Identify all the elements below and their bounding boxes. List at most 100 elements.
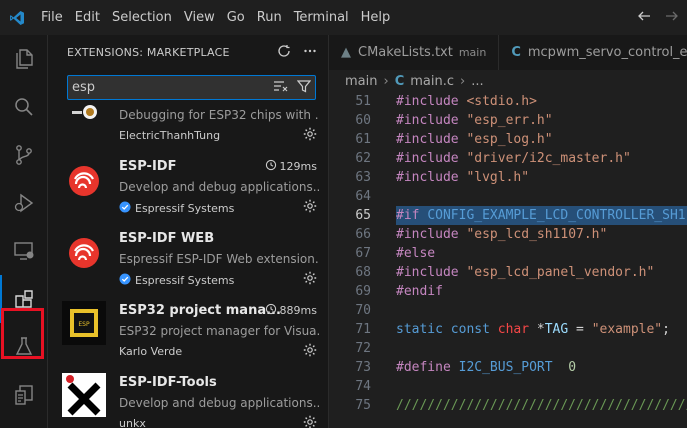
more-actions-icon[interactable]	[303, 44, 317, 61]
extension-description: Debugging for ESP32 chips with ...	[119, 108, 319, 122]
code-text: #include "driver/i2c_master.h"	[396, 151, 631, 166]
code-line: 68 #include "esp_lcd_panel_vendor.h"	[329, 263, 687, 282]
code-line: 62 #include "driver/i2c_master.h"	[329, 149, 687, 168]
extension-item[interactable]: ESP-IDF-Tools Develop and debug applicat…	[48, 363, 328, 428]
tab-folder: main	[458, 46, 487, 59]
extension-publisher: Espressif Systems	[119, 273, 234, 288]
code-line: 63 #include "lvgl.h"	[329, 168, 687, 187]
code-text: #include "esp_lcd_sh1107.h"	[396, 227, 608, 242]
publisher-name: Karlo Verde	[119, 345, 183, 358]
title-bar: File Edit Selection View Go Run Terminal…	[0, 0, 687, 35]
esp32-chip-logo-icon: ESP	[62, 301, 106, 345]
line-number: 69	[355, 284, 371, 299]
line-number: 60	[355, 113, 371, 128]
manage-gear-icon[interactable]	[303, 271, 317, 288]
code-line: 69 #endif	[329, 282, 687, 301]
line-number: 71	[355, 322, 371, 337]
source-control-icon[interactable]	[0, 131, 48, 179]
activation-time-value: 889ms	[279, 304, 317, 317]
extension-item[interactable]: ESP-IDF 129ms Develop and debug applicat…	[48, 147, 328, 219]
run-debug-icon[interactable]	[0, 179, 48, 227]
clear-filter-icon[interactable]	[273, 79, 289, 96]
code-text: #endif	[396, 284, 443, 299]
code-line-current: 65 #if CONFIG_EXAMPLE_LCD_CONTROLLER_SH11	[329, 206, 687, 225]
code-text: #if CONFIG_EXAMPLE_LCD_CONTROLLER_SH11	[396, 206, 687, 225]
line-number: 51	[355, 94, 371, 109]
code-line: 74	[329, 377, 687, 396]
chevron-right-icon: ›	[460, 73, 466, 89]
extension-item[interactable]: ESP-IDF WEB Espressif ESP-IDF Web extens…	[48, 219, 328, 291]
code-editor[interactable]: 51 #include <stdio.h> 60 #include "esp_err…	[329, 92, 687, 428]
line-number: 64	[355, 189, 371, 204]
code-line: 67 #else	[329, 244, 687, 263]
tab-mcpwm-servo[interactable]: C mcpwm_servo_control_exam	[499, 35, 687, 70]
tab-cmakelists[interactable]: ▲ CMakeLists.txt main	[329, 35, 500, 70]
back-arrow-icon[interactable]	[637, 9, 651, 26]
filter-icon[interactable]	[296, 79, 312, 96]
menu-go[interactable]: Go	[221, 0, 251, 35]
menu-selection[interactable]: Selection	[106, 0, 178, 35]
extension-description: Espressif ESP-IDF Web extension...	[119, 252, 319, 266]
forward-arrow-icon[interactable]	[665, 9, 679, 26]
explorer-icon[interactable]	[0, 35, 48, 83]
manage-gear-icon[interactable]	[303, 415, 317, 428]
manage-gear-icon[interactable]	[303, 127, 317, 144]
extension-publisher: Espressif Systems	[119, 201, 234, 216]
extension-item[interactable]: ESP ESP32 project mana... 889ms ESP32 pr…	[48, 291, 328, 363]
refresh-icon[interactable]	[277, 44, 291, 61]
extensions-search-box	[67, 75, 316, 100]
cmake-file-icon: ▲	[341, 45, 351, 60]
menu-terminal[interactable]: Terminal	[288, 0, 355, 35]
code-line: 73 #define I2C_BUS_PORT 0	[329, 358, 687, 377]
code-line: 66 #include "esp_lcd_sh1107.h"	[329, 225, 687, 244]
line-number: 68	[355, 265, 371, 280]
menu-run[interactable]: Run	[251, 0, 288, 35]
c-file-icon: C	[394, 73, 405, 89]
line-number: 61	[355, 132, 371, 147]
code-line: 71 static const char *TAG = "example";	[329, 320, 687, 339]
extensions-search-input[interactable]	[68, 76, 268, 99]
activation-time: 129ms	[265, 159, 317, 174]
breadcrumb: main › C main.c › ...	[329, 70, 687, 92]
extension-publisher: Karlo Verde	[119, 345, 182, 358]
menu-help[interactable]: Help	[355, 0, 397, 35]
extension-description: ESP32 project manager for Visua...	[119, 324, 319, 338]
code-line: 51 #include <stdio.h>	[329, 92, 687, 111]
breadcrumb-folder[interactable]: main	[345, 74, 377, 89]
extensions-list: Debugging for ESP32 chips with ... Elect…	[48, 105, 328, 428]
breadcrumb-symbol[interactable]: ...	[471, 74, 483, 89]
extension-name: ESP-IDF-Tools	[119, 375, 217, 390]
editor-area: ▲ CMakeLists.txt main C mcpwm_servo_cont…	[329, 35, 687, 428]
extension-name: ESP-IDF WEB	[119, 231, 215, 246]
extension-description: Develop and debug applications...	[119, 396, 319, 410]
extension-description: Develop and debug applications...	[119, 180, 319, 194]
code-text: #include "esp_err.h"	[396, 113, 553, 128]
line-number: 75	[355, 398, 371, 413]
search-icon[interactable]	[0, 83, 48, 131]
line-number: 73	[355, 360, 371, 375]
chevron-right-icon: ›	[383, 73, 389, 89]
sidebar-title: EXTENSIONS: MARKETPLACE	[67, 46, 230, 59]
line-number: 72	[355, 341, 371, 356]
publisher-name: Espressif Systems	[135, 274, 235, 287]
menu-edit[interactable]: Edit	[69, 0, 106, 35]
vscode-logo-icon	[0, 0, 34, 35]
code-text: #else	[396, 246, 436, 261]
verified-publisher-icon	[119, 201, 131, 216]
manage-gear-icon[interactable]	[303, 199, 317, 216]
code-text: #include "esp_lcd_panel_vendor.h"	[396, 265, 655, 280]
code-line: 60 #include "esp_err.h"	[329, 111, 687, 130]
manage-gear-icon[interactable]	[303, 343, 317, 360]
menu-view[interactable]: View	[178, 0, 221, 35]
remote-explorer-icon[interactable]	[0, 227, 48, 275]
tab-label: mcpwm_servo_control_exam	[527, 45, 687, 60]
menu-file[interactable]: File	[34, 0, 69, 35]
esp-idf-explorer-icon[interactable]	[0, 371, 48, 419]
line-number: 62	[355, 151, 371, 166]
code-text: static const char *TAG = "example";	[396, 322, 670, 337]
publisher-name: unkx	[119, 417, 146, 428]
breadcrumb-file[interactable]: main.c	[410, 74, 454, 89]
extension-item[interactable]: Debugging for ESP32 chips with ... Elect…	[48, 105, 328, 147]
code-line: 75 //////////////////////////////////////	[329, 396, 687, 415]
activation-time-value: 129ms	[279, 160, 317, 173]
